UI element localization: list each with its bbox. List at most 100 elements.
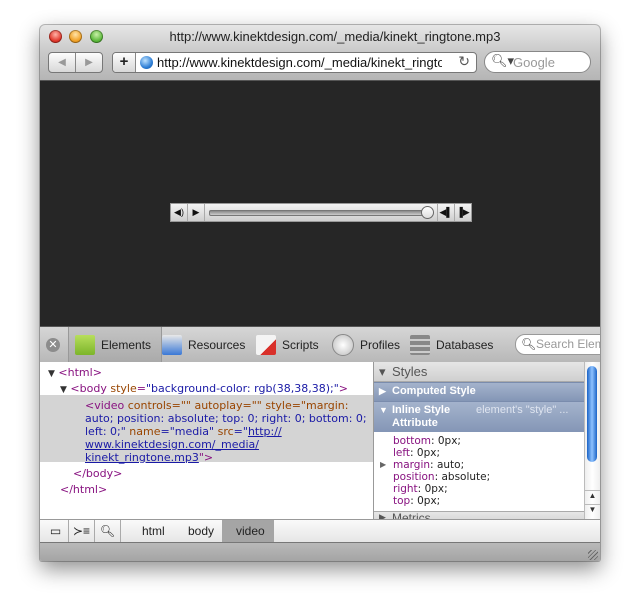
play-button[interactable]: ▶: [188, 204, 205, 221]
disclosure-triangle-icon[interactable]: ▼: [60, 385, 67, 395]
breadcrumb-video[interactable]: video: [222, 520, 274, 542]
url-input[interactable]: http://www.kinektdesign.com/_media/kinek…: [157, 55, 442, 70]
progress-thumb[interactable]: [421, 206, 434, 219]
dom-node-body[interactable]: ▼ <body style="background-color: rgb(38,…: [60, 382, 348, 397]
rewind-button[interactable]: ◀▌: [437, 204, 454, 221]
browser-window: http://www.kinektdesign.com/_media/kinek…: [40, 25, 600, 561]
src-link[interactable]: kinekt_ringtone.mp3: [85, 451, 199, 464]
fast-forward-icon: ▐▶: [456, 207, 470, 217]
search-elements-field[interactable]: 🔍︎ Search Elem: [515, 334, 600, 355]
scrollbar-thumb[interactable]: [587, 366, 597, 462]
inspect-element-button[interactable]: 🔍︎: [95, 520, 121, 542]
add-bookmark-button[interactable]: +: [113, 53, 136, 72]
nav-buttons: ◀ ▶: [48, 52, 103, 73]
dock-toggle-button[interactable]: ▭: [43, 520, 69, 542]
globe-icon: [140, 56, 153, 69]
window-title: http://www.kinektdesign.com/_media/kinek…: [169, 29, 501, 44]
section-title: Computed Style: [392, 385, 476, 397]
status-bar: [40, 542, 600, 561]
back-arrow-icon: ◀: [58, 57, 66, 68]
play-icon: ▶: [192, 207, 200, 217]
styles-title: Styles: [392, 364, 428, 379]
css-property[interactable]: left: 0px;: [393, 447, 440, 459]
attr-name: src: [214, 425, 234, 438]
css-property[interactable]: position: absolute;: [393, 471, 490, 483]
inspector-bottom-bar: ▭ ≻≡ 🔍︎ html body video: [40, 519, 600, 542]
tag-text: <video: [85, 399, 125, 412]
css-property[interactable]: top: 0px;: [393, 495, 440, 507]
breadcrumb-label: body: [188, 524, 215, 538]
tag-text: <html>: [58, 366, 102, 379]
forward-button[interactable]: ▶: [75, 53, 102, 72]
dom-node-html-close[interactable]: </html>: [60, 483, 107, 496]
scroll-up-arrow[interactable]: ▲: [585, 490, 600, 505]
section-title: Metrics: [392, 511, 431, 519]
disclosure-triangle-icon: ▼: [379, 405, 388, 415]
src-link[interactable]: www.kinektdesign.com/_media/: [85, 438, 259, 451]
metrics-section[interactable]: ▶ Metrics: [374, 511, 584, 519]
titlebar: http://www.kinektdesign.com/_media/kinek…: [40, 25, 600, 81]
dom-node-video[interactable]: <video controls="" autoplay="" style="ma…: [85, 399, 349, 412]
resize-grip-icon[interactable]: [588, 550, 598, 560]
styles-sidebar: ▾ Styles ▶ Computed Style ▼ Inline Style…: [374, 362, 600, 519]
dom-node-html[interactable]: ▼ <html>: [48, 366, 102, 381]
scroll-down-arrow[interactable]: ▼: [585, 504, 600, 519]
tag-text: <body: [70, 382, 107, 395]
reload-icon[interactable]: ↻: [458, 53, 470, 70]
database-icon: [410, 334, 430, 355]
tag-text: >: [338, 382, 348, 395]
section-title-line2: Attribute: [392, 417, 438, 429]
styles-scrollbar[interactable]: ▲ ▼: [584, 362, 600, 519]
forward-arrow-icon: ▶: [85, 57, 93, 68]
back-button[interactable]: ◀: [49, 53, 75, 72]
speaker-icon: ◀): [174, 207, 184, 217]
section-title: Inline Style: [392, 404, 451, 416]
css-property[interactable]: right: 0px;: [393, 483, 448, 495]
address-bar[interactable]: + http://www.kinektdesign.com/_media/kin…: [112, 52, 477, 73]
tab-label: Profiles: [360, 337, 401, 352]
tab-label: Elements: [101, 337, 152, 352]
attr-name: name: [125, 425, 161, 438]
breadcrumb-label: video: [236, 524, 265, 538]
tab-profiles[interactable]: Profiles: [332, 327, 400, 362]
dock-icon: ▭: [49, 524, 62, 538]
tag-text: ">: [198, 451, 214, 464]
inspector-toolbar: ✕ Elements Resources Scripts Profiles Da…: [40, 326, 600, 363]
attr-value: "background-color: rgb(38,38,38);": [145, 382, 339, 395]
console-button[interactable]: ≻≡: [69, 520, 95, 542]
search-icon: 🔍︎: [521, 337, 537, 351]
audio-player: ◀) ▶ ◀▌ ▐▶: [170, 203, 472, 222]
inline-style-section[interactable]: ▼ Inline Style Attribute element's "styl…: [374, 401, 584, 432]
disclosure-triangle-icon: ▶: [379, 512, 386, 519]
stopwatch-icon: [332, 333, 354, 356]
volume-button[interactable]: ◀): [171, 204, 188, 221]
computed-style-section[interactable]: ▶ Computed Style: [374, 382, 584, 401]
breadcrumb-html[interactable]: html: [130, 520, 174, 542]
expand-triangle-icon[interactable]: ▶: [380, 459, 386, 471]
dom-node-body-close[interactable]: </body>: [73, 467, 122, 480]
fast-forward-button[interactable]: ▐▶: [454, 204, 471, 221]
styles-header[interactable]: ▾ Styles: [374, 362, 584, 382]
search-icon: 🔍︎: [99, 524, 116, 538]
src-link[interactable]: http://: [248, 425, 282, 438]
page-content: ◀) ▶ ◀▌ ▐▶: [40, 81, 600, 326]
tab-databases[interactable]: Databases: [410, 327, 493, 362]
progress-track: [209, 210, 423, 216]
tab-label: Databases: [436, 337, 494, 352]
tab-elements[interactable]: Elements: [68, 327, 162, 362]
resources-icon: [162, 334, 182, 355]
search-icon: 🔍︎▾: [491, 53, 515, 68]
google-search-field[interactable]: 🔍︎▾ Google: [484, 51, 591, 73]
disclosure-triangle-icon[interactable]: ▼: [48, 369, 55, 379]
close-inspector-button[interactable]: ✕: [46, 338, 60, 352]
disclosure-triangle-icon: ▶: [379, 386, 386, 396]
tab-scripts[interactable]: Scripts: [256, 327, 319, 362]
progress-slider[interactable]: [205, 204, 437, 221]
tab-label: Scripts: [282, 337, 319, 352]
css-property[interactable]: ▶ margin: auto;: [380, 459, 464, 471]
console-icon: ≻≡: [72, 524, 91, 538]
attr-value: auto; position: absolute; top: 0; right:…: [85, 412, 367, 425]
css-property[interactable]: bottom: 0px;: [393, 435, 461, 447]
tab-resources[interactable]: Resources: [162, 327, 245, 362]
breadcrumb-body[interactable]: body: [174, 520, 222, 542]
